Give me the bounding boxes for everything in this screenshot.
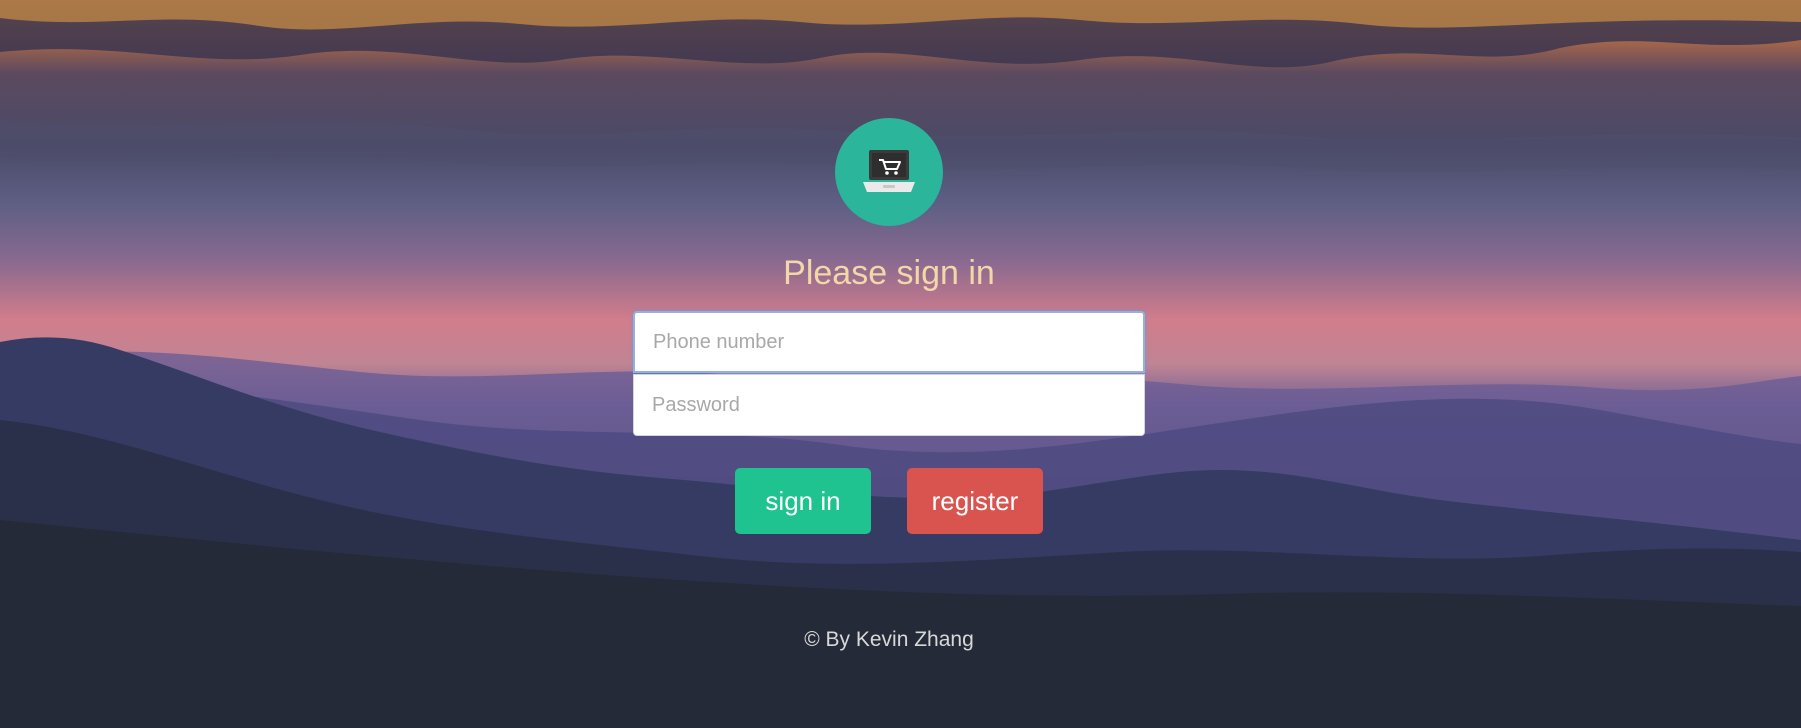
- phone-number-input[interactable]: [633, 311, 1145, 373]
- footer-copyright: © By Kevin Zhang: [804, 628, 974, 651]
- page-title: Please sign in: [783, 254, 995, 292]
- password-input[interactable]: [633, 374, 1145, 436]
- register-button[interactable]: register: [907, 468, 1043, 534]
- sign-in-button[interactable]: sign in: [735, 468, 871, 534]
- laptop-cart-icon: [863, 150, 915, 192]
- logo: [835, 118, 943, 226]
